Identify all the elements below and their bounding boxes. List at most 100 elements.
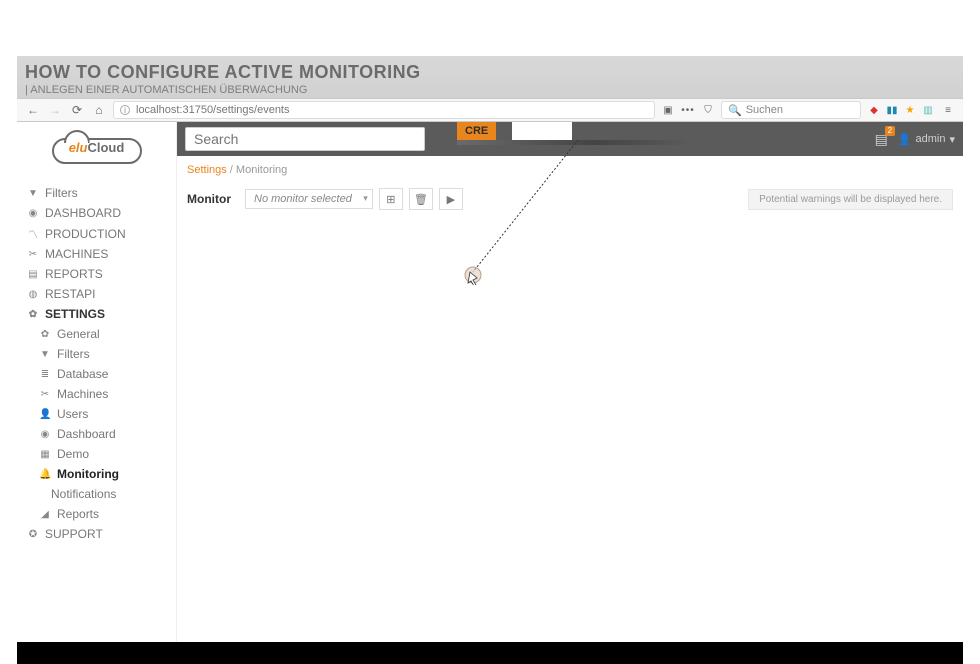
browser-page-actions-icon[interactable]: •••	[681, 103, 695, 117]
support-icon: ✪	[27, 529, 39, 540]
play-icon: ▶	[447, 193, 455, 206]
breadcrumb: Settings / Monitoring	[177, 156, 963, 184]
filter-icon: ▼	[27, 188, 39, 199]
trash-icon: 🗑	[414, 193, 428, 206]
sidebar-item-reports[interactable]: ▤ REPORTS	[17, 264, 176, 284]
sidebar-item-label: PRODUCTION	[45, 227, 126, 241]
browser-reload-button[interactable]: ⟳	[69, 102, 85, 118]
browser-search-placeholder: Suchen	[746, 104, 783, 116]
tutorial-title-block: HOW TO CONFIGURE ACTIVE MONITORING | ANL…	[17, 56, 963, 98]
cre-tag: CRE	[457, 122, 496, 140]
sidebar-item-dashboard[interactable]: ◉ DASHBOARD	[17, 203, 176, 223]
filter-icon: ▼	[39, 349, 51, 360]
sidebar-item-settings[interactable]: ✿ SETTINGS	[17, 304, 176, 324]
brand-prefix: elu	[69, 140, 88, 155]
sidebar-item-label: Filters	[45, 186, 78, 200]
run-monitor-button[interactable]: ▶	[439, 188, 463, 210]
user-name: admin	[916, 133, 946, 145]
sidebar-item-label: REPORTS	[45, 267, 103, 281]
browser-search-box[interactable]: 🔍 Suchen	[721, 101, 861, 119]
sidebar-item-notifications[interactable]: Notifications	[17, 484, 176, 504]
browser-forward-button[interactable]: →	[47, 102, 63, 118]
gear-icon: ✿	[27, 309, 39, 320]
sidebar-item-label: Monitoring	[57, 467, 119, 481]
sidebar-item-filters[interactable]: ▼ Filters	[17, 183, 176, 203]
sidebar-item-label: RESTAPI	[45, 287, 95, 301]
sidebar-item-machines-settings[interactable]: ✂ Machines	[17, 384, 176, 404]
browser-shield-icon[interactable]: ⛉	[701, 103, 715, 117]
reports-icon: ◢	[39, 509, 51, 520]
message-count-badge: 2	[885, 126, 895, 136]
decorative-strip	[457, 140, 687, 145]
reports-icon: ▤	[27, 269, 39, 280]
dashboard-icon: ◉	[39, 429, 51, 440]
machines-icon: ✂	[39, 389, 51, 400]
warnings-hint-box: Potential warnings will be displayed her…	[748, 189, 953, 210]
extension-icon[interactable]: ★	[903, 103, 917, 117]
sidebar-item-dashboard-settings[interactable]: ◉Dashboard	[17, 424, 176, 444]
browser-url-text: localhost:31750/settings/events	[136, 104, 290, 116]
demo-icon: ▦	[39, 449, 51, 460]
add-monitor-button[interactable]: ⊞	[379, 188, 403, 210]
browser-menu-button[interactable]: ≡	[941, 103, 955, 117]
sidebar-item-label: SUPPORT	[45, 527, 103, 541]
info-icon: i	[120, 105, 130, 115]
sidebar-item-label: SETTINGS	[45, 307, 105, 321]
sidebar-item-label: DASHBOARD	[45, 206, 121, 220]
browser-url-bar[interactable]: i localhost:31750/settings/events	[113, 101, 655, 119]
sidebar-item-label: Filters	[57, 347, 90, 361]
content-area: CRE ▤2 👤 admin ▾ Settin	[177, 122, 963, 642]
sidebar-item-support[interactable]: ✪ SUPPORT	[17, 524, 176, 544]
sidebar-item-general[interactable]: ✿ General	[17, 324, 176, 344]
sidebar-item-demo[interactable]: ▦ Demo	[17, 444, 176, 464]
browser-back-button[interactable]: ←	[25, 102, 41, 118]
app-frame: eluCloud ▼ Filters ◉ DASHBOARD 〽 PRODUCTION…	[17, 122, 963, 642]
monitor-label: Monitor	[187, 192, 231, 206]
tutorial-subline: | ANLEGEN EINER AUTOMATISCHEN ÜBERWACHUN…	[25, 84, 955, 96]
browser-home-button[interactable]: ⌂	[91, 102, 107, 118]
search-input[interactable]	[185, 127, 425, 151]
sidebar-item-reports-settings[interactable]: ◢ Reports	[17, 504, 176, 524]
sidebar-item-label: Notifications	[51, 487, 116, 501]
sidebar-item-label: Database	[57, 367, 108, 381]
brand-word: Cloud	[87, 140, 124, 155]
sidebar-item-production[interactable]: 〽 PRODUCTION	[17, 223, 176, 244]
user-icon: 👤	[898, 133, 912, 146]
app-topbar: CRE ▤2 👤 admin ▾	[177, 122, 963, 156]
sidebar-item-users[interactable]: 👤Users	[17, 404, 176, 424]
production-icon: 〽	[27, 226, 39, 241]
sidebar-item-label: Reports	[57, 507, 99, 521]
sidebar-item-label: General	[57, 327, 100, 341]
breadcrumb-leaf: Monitoring	[236, 164, 287, 176]
gear-icon: ✿	[39, 329, 51, 340]
tracking-shield-icon[interactable]: ▣	[661, 103, 675, 117]
tutorial-headline: HOW TO CONFIGURE ACTIVE MONITORING	[25, 62, 955, 83]
decorative-tab	[512, 122, 572, 140]
extension-icon[interactable]: ◆	[867, 103, 881, 117]
library-icon[interactable]: ▮▮	[885, 103, 899, 117]
breadcrumb-root[interactable]: Settings	[187, 164, 227, 176]
monitor-select[interactable]: No monitor selected	[245, 189, 373, 209]
api-icon: ◍	[27, 289, 39, 300]
sidebar-item-restapi[interactable]: ◍ RESTAPI	[17, 284, 176, 304]
sidebar-item-label: Machines	[57, 387, 108, 401]
sidebar-item-machines[interactable]: ✂MACHINES	[17, 244, 176, 264]
delete-monitor-button[interactable]: 🗑	[409, 188, 433, 210]
sidebar-item-filters-settings[interactable]: ▼ Filters	[17, 344, 176, 364]
presentation-bottom-bar	[17, 642, 963, 664]
sidebar-item-label: Users	[57, 407, 88, 421]
sidebar-item-label: Demo	[57, 447, 89, 461]
sidebar-item-monitoring[interactable]: 🔔 Monitoring	[17, 464, 176, 484]
search-icon: 🔍	[728, 104, 742, 117]
user-menu[interactable]: 👤 admin ▾	[898, 133, 955, 146]
sidebar-item-database[interactable]: ≣Database	[17, 364, 176, 384]
sidebar: eluCloud ▼ Filters ◉ DASHBOARD 〽 PRODUCTION…	[17, 122, 177, 642]
monitor-toolbar: Monitor No monitor selected ⊞ 🗑 ▶ Potent…	[177, 184, 963, 214]
sidebar-toggle-icon[interactable]: ▥	[921, 103, 935, 117]
machines-icon: ✂	[27, 249, 39, 260]
browser-toolbar: ← → ⟳ ⌂ i localhost:31750/settings/event…	[17, 98, 963, 122]
bell-icon: 🔔	[39, 469, 51, 480]
messages-button[interactable]: ▤2	[875, 131, 888, 148]
dashboard-icon: ◉	[27, 208, 39, 219]
add-icon: ⊞	[386, 193, 395, 206]
